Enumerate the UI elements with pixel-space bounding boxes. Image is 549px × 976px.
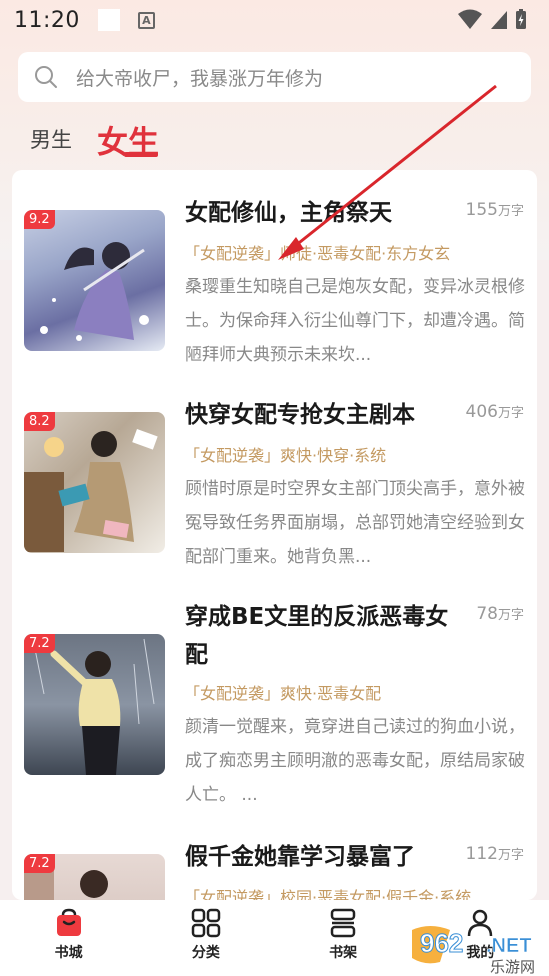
word-count: 112万字 — [465, 844, 524, 864]
cover-illustration — [33, 638, 155, 775]
tab-male[interactable]: 男生 — [30, 124, 72, 154]
cover-illustration — [24, 429, 158, 552]
book-cover: 7.2 — [24, 854, 165, 900]
rating-badge: 9.2 — [24, 210, 55, 229]
notification-square-icon — [97, 9, 120, 31]
book-cover: 8.2 — [24, 412, 165, 553]
notification-a-icon: A — [137, 11, 155, 29]
watermark-graphic: 962 .NET 乐游网 — [412, 926, 535, 976]
status-icons — [457, 8, 527, 30]
cover-illustration — [40, 242, 149, 341]
status-bar: 11:20 A — [0, 0, 549, 40]
battery-icon — [516, 9, 526, 29]
nav-label: 书架 — [329, 945, 358, 961]
nav-label: 分类 — [191, 945, 220, 961]
book-description: 顾惜时原是时空界女主部门顶尖高手，意外被冤导致任务界面崩塌，总部罚她清空经验到女… — [185, 479, 525, 567]
book-title: 女配修仙，主角祭天 — [185, 200, 392, 226]
word-count: 155万字 — [465, 200, 524, 220]
nav-label: 书城 — [54, 945, 83, 961]
nav-category[interactable]: 分类 — [166, 908, 246, 962]
bag-icon — [56, 908, 81, 936]
word-count: 78万字 — [476, 604, 524, 624]
book-description: 桑璎重生知晓自己是炮灰女配，变异冰灵根修士。为保命拜入衍尘仙尊门下，却遭冷遇。简… — [185, 277, 525, 365]
grid-icon — [191, 908, 221, 938]
book-tags: 「女配逆袭」爽快·恶毒女配 — [184, 684, 382, 703]
svg-text:962: 962 — [420, 928, 463, 958]
book-cover: 7.2 — [24, 634, 165, 775]
signal-icon — [491, 11, 507, 29]
status-time: 11:20 — [14, 7, 80, 33]
rating-badge: 7.2 — [24, 854, 55, 873]
wifi-icon — [458, 9, 482, 29]
search-icon — [35, 66, 57, 88]
nav-bookstore[interactable]: 书城 — [29, 908, 109, 962]
rating-badge: 7.2 — [24, 634, 55, 653]
svg-text:乐游网: 乐游网 — [490, 958, 535, 974]
book-title: 快穿女配专抢女主剧本 — [185, 402, 415, 428]
search-placeholder: 给大帝收尸，我暴涨万年修为 — [76, 67, 324, 90]
shelf-icon — [330, 908, 356, 938]
search-bar[interactable]: 给大帝收尸，我暴涨万年修为 — [18, 52, 531, 102]
book-cover: 9.2 — [24, 210, 165, 351]
svg-text:.NET: .NET — [486, 935, 532, 957]
book-tags: 「女配逆袭」爽快·快穿·系统 — [184, 446, 387, 465]
watermark-logo: 962 .NET 乐游网 — [410, 922, 546, 976]
book-tags: 「女配逆袭」校园·恶毒女配·假千金·系统 — [184, 888, 472, 900]
tab-active-indicator — [124, 152, 158, 157]
word-count: 406万字 — [465, 402, 524, 422]
book-title: 假千金她靠学习暴富了 — [185, 844, 415, 870]
rating-badge: 8.2 — [24, 412, 55, 431]
book-title: 穿成BE文里的反派恶毒女配 — [185, 604, 449, 668]
nav-bookshelf[interactable]: 书架 — [303, 908, 383, 962]
book-list: 9.2 女配修仙，主角祭天 155万字 「女配逆袭」师徒·恶毒女配·东方女玄 桑… — [12, 170, 537, 900]
book-description: 颜清一觉醒来，竟穿进自己读过的狗血小说，成了痴恋男主顾明澈的恶毒女配，原结局家破… — [185, 717, 525, 805]
book-tags: 「女配逆袭」师徒·恶毒女配·东方女玄 — [184, 244, 451, 263]
